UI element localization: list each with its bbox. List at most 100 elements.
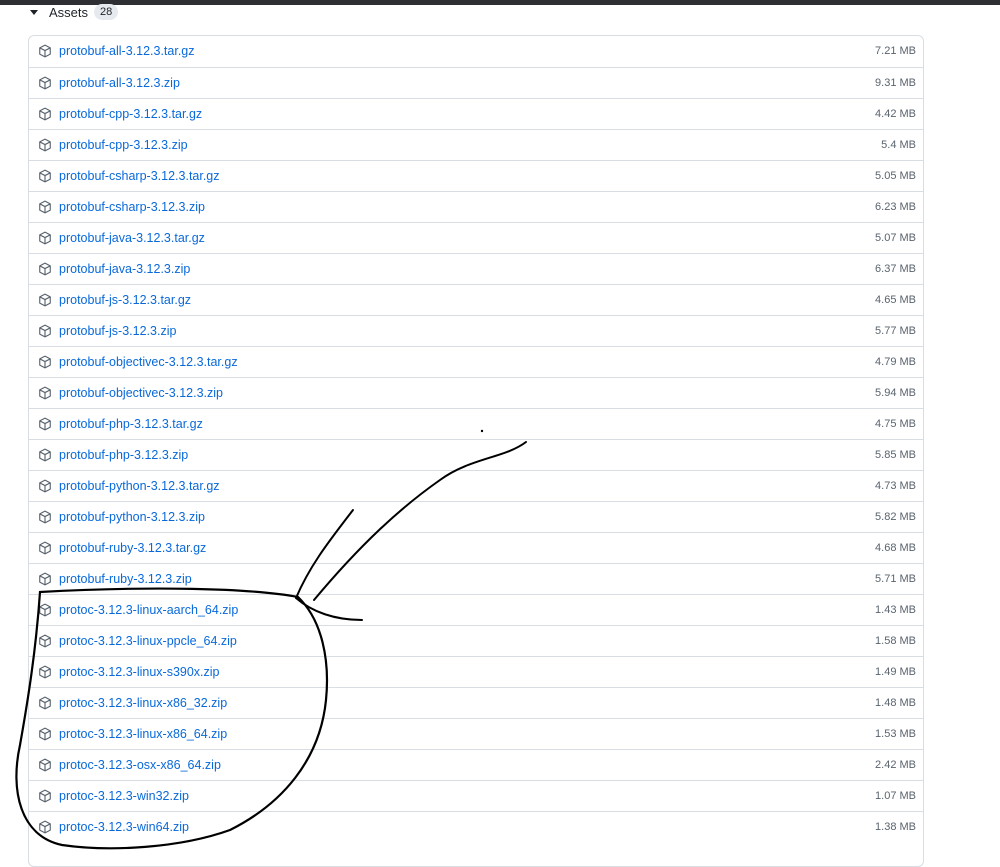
asset-link[interactable]: protobuf-all-3.12.3.zip <box>59 76 180 90</box>
top-bar <box>0 0 1000 5</box>
asset-row: protoc-3.12.3-linux-aarch_64.zip 1.43 MB <box>29 594 923 625</box>
package-icon <box>39 262 51 276</box>
asset-size: 5.85 MB <box>875 449 916 461</box>
asset-link[interactable]: protobuf-csharp-3.12.3.zip <box>59 200 205 214</box>
asset-link[interactable]: protobuf-php-3.12.3.zip <box>59 448 188 462</box>
asset-link[interactable]: protobuf-php-3.12.3.tar.gz <box>59 417 203 431</box>
assets-header[interactable]: Assets 28 <box>30 3 119 21</box>
package-icon <box>39 386 51 400</box>
asset-row: protobuf-all-3.12.3.zip 9.31 MB <box>29 67 923 98</box>
package-icon <box>39 355 51 369</box>
assets-count-badge: 28 <box>94 4 119 20</box>
asset-link[interactable]: protobuf-java-3.12.3.tar.gz <box>59 231 205 245</box>
package-icon <box>39 44 51 58</box>
asset-link[interactable]: protoc-3.12.3-linux-x86_32.zip <box>59 696 227 710</box>
package-icon <box>39 324 51 338</box>
asset-size: 6.23 MB <box>875 201 916 213</box>
asset-link[interactable]: protoc-3.12.3-win32.zip <box>59 789 189 803</box>
asset-link[interactable]: protobuf-objectivec-3.12.3.zip <box>59 386 223 400</box>
package-icon <box>39 479 51 493</box>
asset-size: 5.77 MB <box>875 325 916 337</box>
asset-size: 4.42 MB <box>875 108 916 120</box>
asset-row: protobuf-objectivec-3.12.3.zip 5.94 MB <box>29 377 923 408</box>
package-icon <box>39 107 51 121</box>
asset-row: protobuf-java-3.12.3.zip 6.37 MB <box>29 253 923 284</box>
package-icon <box>39 727 51 741</box>
asset-link[interactable]: protobuf-java-3.12.3.zip <box>59 262 190 276</box>
package-icon <box>39 696 51 710</box>
package-icon <box>39 231 51 245</box>
asset-size: 2.42 MB <box>875 759 916 771</box>
asset-size: 1.49 MB <box>875 666 916 678</box>
package-icon <box>39 417 51 431</box>
asset-row: protobuf-all-3.12.3.tar.gz 7.21 MB <box>29 36 923 67</box>
asset-row: protobuf-cpp-3.12.3.zip 5.4 MB <box>29 129 923 160</box>
asset-link[interactable]: protoc-3.12.3-linux-ppcle_64.zip <box>59 634 237 648</box>
asset-link[interactable]: protoc-3.12.3-linux-aarch_64.zip <box>59 603 238 617</box>
asset-link[interactable]: protobuf-cpp-3.12.3.zip <box>59 138 188 152</box>
asset-row: protobuf-php-3.12.3.tar.gz 4.75 MB <box>29 408 923 439</box>
asset-size: 5.07 MB <box>875 232 916 244</box>
asset-size: 4.68 MB <box>875 542 916 554</box>
package-icon <box>39 169 51 183</box>
package-icon <box>39 758 51 772</box>
asset-size: 1.48 MB <box>875 697 916 709</box>
asset-link[interactable]: protoc-3.12.3-osx-x86_64.zip <box>59 758 221 772</box>
asset-link[interactable]: protobuf-cpp-3.12.3.tar.gz <box>59 107 202 121</box>
asset-link[interactable]: protobuf-objectivec-3.12.3.tar.gz <box>59 355 238 369</box>
package-icon <box>39 293 51 307</box>
asset-link[interactable]: protobuf-js-3.12.3.tar.gz <box>59 293 191 307</box>
asset-link[interactable]: protobuf-js-3.12.3.zip <box>59 324 176 338</box>
package-icon <box>39 138 51 152</box>
asset-size: 4.79 MB <box>875 356 916 368</box>
asset-link[interactable]: protobuf-ruby-3.12.3.tar.gz <box>59 541 206 555</box>
package-icon <box>39 820 51 834</box>
asset-size: 5.4 MB <box>881 139 916 151</box>
asset-row: protobuf-ruby-3.12.3.tar.gz 4.68 MB <box>29 532 923 563</box>
asset-size: 6.37 MB <box>875 263 916 275</box>
package-icon <box>39 76 51 90</box>
asset-link[interactable]: protoc-3.12.3-linux-s390x.zip <box>59 665 220 679</box>
package-icon <box>39 572 51 586</box>
asset-row: protoc-3.12.3-linux-x86_32.zip 1.48 MB <box>29 687 923 718</box>
triangle-down-icon[interactable] <box>30 9 38 15</box>
asset-size: 1.07 MB <box>875 790 916 802</box>
asset-row: protobuf-php-3.12.3.zip 5.85 MB <box>29 439 923 470</box>
assets-list: protobuf-all-3.12.3.tar.gz 7.21 MB protob… <box>28 35 924 867</box>
asset-link[interactable]: protobuf-all-3.12.3.tar.gz <box>59 44 195 58</box>
asset-link[interactable]: protobuf-csharp-3.12.3.tar.gz <box>59 169 220 183</box>
assets-title: Assets <box>49 4 89 20</box>
package-icon <box>39 603 51 617</box>
package-icon <box>39 789 51 803</box>
asset-link[interactable]: protoc-3.12.3-win64.zip <box>59 820 189 834</box>
asset-row: protoc-3.12.3-win64.zip 1.38 MB <box>29 811 923 842</box>
asset-row: protoc-3.12.3-linux-ppcle_64.zip 1.58 MB <box>29 625 923 656</box>
package-icon <box>39 510 51 524</box>
asset-row: protobuf-csharp-3.12.3.zip 6.23 MB <box>29 191 923 222</box>
asset-size: 5.71 MB <box>875 573 916 585</box>
asset-link[interactable]: protobuf-ruby-3.12.3.zip <box>59 572 192 586</box>
package-icon <box>39 665 51 679</box>
asset-row: protoc-3.12.3-linux-x86_64.zip 1.53 MB <box>29 718 923 749</box>
asset-size: 4.73 MB <box>875 480 916 492</box>
asset-size: 5.05 MB <box>875 170 916 182</box>
asset-size: 9.31 MB <box>875 77 916 89</box>
asset-row: protobuf-python-3.12.3.zip 5.82 MB <box>29 501 923 532</box>
asset-link[interactable]: protoc-3.12.3-linux-x86_64.zip <box>59 727 227 741</box>
asset-row: protobuf-objectivec-3.12.3.tar.gz 4.79 MB <box>29 346 923 377</box>
asset-row: protobuf-js-3.12.3.tar.gz 4.65 MB <box>29 284 923 315</box>
asset-row: protobuf-ruby-3.12.3.zip 5.71 MB <box>29 563 923 594</box>
asset-row: protobuf-js-3.12.3.zip 5.77 MB <box>29 315 923 346</box>
asset-row: protobuf-csharp-3.12.3.tar.gz 5.05 MB <box>29 160 923 191</box>
asset-link[interactable]: protobuf-python-3.12.3.tar.gz <box>59 479 220 493</box>
asset-size: 1.58 MB <box>875 635 916 647</box>
asset-size: 5.82 MB <box>875 511 916 523</box>
asset-size: 4.65 MB <box>875 294 916 306</box>
package-icon <box>39 634 51 648</box>
asset-size: 4.75 MB <box>875 418 916 430</box>
asset-size: 1.43 MB <box>875 604 916 616</box>
asset-link[interactable]: protobuf-python-3.12.3.zip <box>59 510 205 524</box>
asset-row: protoc-3.12.3-win32.zip 1.07 MB <box>29 780 923 811</box>
asset-row: protobuf-python-3.12.3.tar.gz 4.73 MB <box>29 470 923 501</box>
package-icon <box>39 448 51 462</box>
